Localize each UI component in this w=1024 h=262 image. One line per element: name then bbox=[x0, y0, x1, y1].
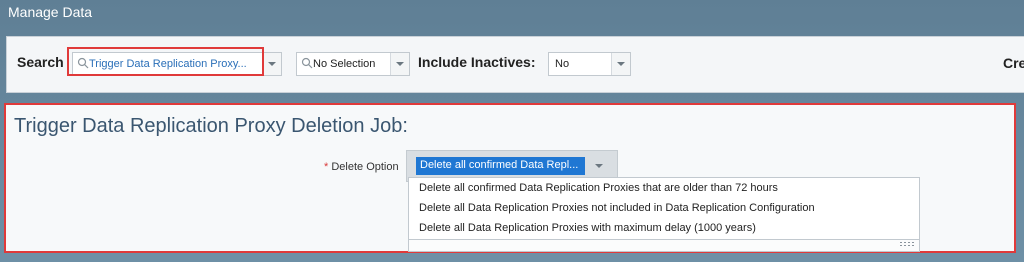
search-label: Search bbox=[17, 54, 64, 70]
secondary-search-value: No Selection bbox=[313, 58, 376, 70]
list-item[interactable]: Delete all Data Replication Proxies not … bbox=[409, 198, 919, 218]
chevron-down-icon[interactable] bbox=[262, 53, 281, 75]
required-marker: * bbox=[324, 161, 329, 173]
include-inactives-value: No bbox=[555, 58, 570, 70]
page-title: Manage Data bbox=[8, 4, 93, 20]
list-footer bbox=[408, 240, 920, 252]
include-inactives-label: Include Inactives: bbox=[418, 54, 536, 70]
create-label: Cre bbox=[1003, 55, 1024, 71]
chevron-down-icon[interactable] bbox=[594, 161, 604, 171]
include-inactives-select[interactable]: No bbox=[548, 52, 631, 76]
secondary-search-combobox[interactable]: No Selection bbox=[296, 52, 410, 76]
resize-grip-icon[interactable] bbox=[899, 241, 915, 247]
list-item[interactable]: Delete all confirmed Data Replication Pr… bbox=[409, 178, 919, 198]
search-icon bbox=[301, 57, 313, 69]
search-highlight bbox=[67, 47, 264, 76]
list-item[interactable]: Delete all Data Replication Proxies with… bbox=[409, 218, 919, 238]
delete-option-selected[interactable]: Delete all confirmed Data Repl... bbox=[416, 157, 585, 175]
delete-option-label: * Delete Option bbox=[324, 161, 399, 173]
delete-option-list: Delete all confirmed Data Replication Pr… bbox=[408, 177, 920, 240]
chevron-down-icon[interactable] bbox=[390, 53, 409, 75]
chevron-down-icon[interactable] bbox=[611, 53, 630, 75]
delete-option-label-text: Delete Option bbox=[331, 161, 399, 173]
panel-title: Trigger Data Replication Proxy Deletion … bbox=[14, 115, 408, 137]
